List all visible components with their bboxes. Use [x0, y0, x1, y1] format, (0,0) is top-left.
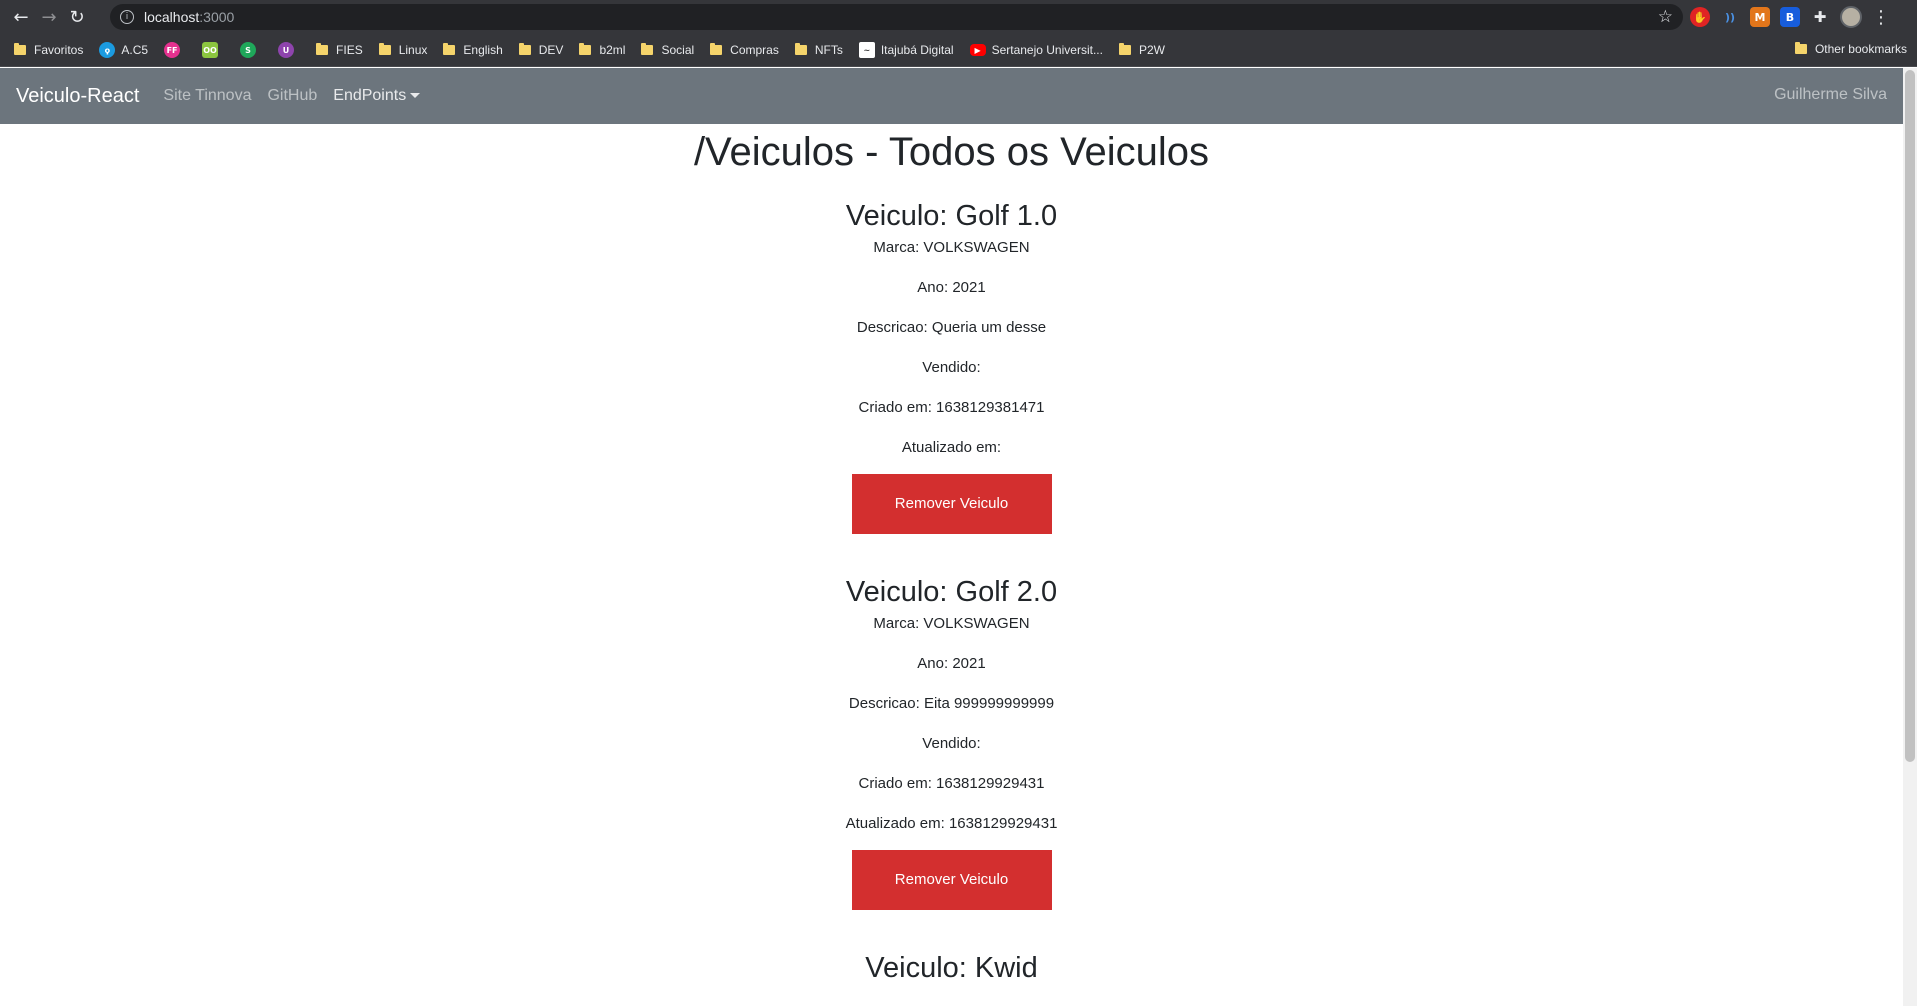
bookmark-itajuba-digital[interactable]: ~ Itajubá Digital — [858, 42, 954, 58]
bookmark-sertanejo[interactable]: ▶ Sertanejo Universit... — [969, 43, 1103, 57]
app-navbar: Veiculo-React Site Tinnova GitHub EndPoi… — [0, 68, 1903, 124]
bookmark-b2ml[interactable]: b2ml — [579, 43, 625, 57]
other-bookmarks[interactable]: Other bookmarks — [1794, 42, 1907, 56]
wifi-extension-icon[interactable]: )) — [1720, 7, 1740, 27]
bookmark-favoritos[interactable]: Favoritos — [14, 43, 83, 57]
folder-icon — [1794, 42, 1807, 54]
metamask-extension-icon[interactable]: M — [1750, 7, 1770, 27]
bookmark-fies[interactable]: FIES — [316, 43, 363, 57]
url-text[interactable]: localhost:3000 — [144, 9, 234, 25]
bookmark-ac5[interactable]: ϙ A.C5 — [99, 42, 148, 58]
forward-arrow-icon[interactable]: → — [36, 4, 62, 30]
bookmark-social[interactable]: Social — [641, 43, 694, 57]
vehicle-criado: Criado em: 1638129929431 — [858, 775, 1045, 792]
vehicle-atualizado: Atualizado em: — [901, 439, 1002, 456]
scrollbar-thumb[interactable] — [1905, 70, 1915, 762]
vehicle-atualizado: Atualizado em: 1638129929431 — [845, 815, 1058, 832]
caret-down-icon — [410, 93, 421, 99]
vehicle-marca: Marca: VOLKSWAGEN — [873, 615, 1030, 632]
extensions-area: ✋ )) M B ✚ ⋮ — [1690, 5, 1890, 29]
page-title: /Veiculos - Todos os Veiculos — [693, 130, 1210, 174]
folder-icon — [443, 43, 456, 55]
vehicle-criado: Criado em: 1638129381471 — [858, 399, 1045, 416]
vehicle-ano: Ano: 2021 — [917, 655, 986, 672]
vehicle-card: Veiculo: Golf 2.0 Marca: VOLKSWAGEN Ano:… — [0, 574, 1903, 910]
remove-vehicle-button[interactable]: Remover Veiculo — [851, 850, 1052, 910]
itajuba-icon: ~ — [858, 42, 875, 58]
address-bar[interactable]: i localhost:3000 ☆ — [110, 4, 1683, 30]
main-content: /Veiculos - Todos os Veiculos Veiculo: G… — [0, 124, 1903, 1006]
page-scrollbar[interactable] — [1903, 68, 1917, 1006]
purple-icon: U — [278, 42, 295, 58]
bookmark-ff[interactable]: FF — [164, 42, 186, 58]
bookmark-nfts[interactable]: NFTs — [794, 43, 843, 57]
remove-vehicle-button[interactable]: Remover Veiculo — [851, 474, 1052, 534]
folder-icon — [794, 43, 807, 55]
nav-link-github[interactable]: GitHub — [267, 87, 317, 105]
folder-icon — [1118, 43, 1131, 55]
back-arrow-icon[interactable]: ← — [8, 4, 34, 30]
nav-link-site-tinnova[interactable]: Site Tinnova — [163, 87, 251, 105]
vehicle-descricao: Descricao: Eita 999999999999 — [848, 695, 1055, 712]
navbar-brand[interactable]: Veiculo-React — [16, 85, 139, 108]
bookmark-english[interactable]: English — [443, 43, 503, 57]
folder-icon — [378, 43, 391, 55]
bookmark-linux[interactable]: Linux — [378, 43, 427, 57]
bookmark-oo[interactable]: OO — [202, 42, 224, 58]
swirl-icon: S — [240, 42, 257, 58]
bookmark-purple[interactable]: U — [278, 42, 300, 58]
bookmark-dev[interactable]: DEV — [518, 43, 563, 57]
vehicle-marca: Marca: VOLKSWAGEN — [873, 239, 1030, 256]
folder-icon — [518, 43, 531, 55]
vehicle-name: Veiculo: Golf 1.0 — [845, 200, 1058, 232]
nav-dropdown-endpoints[interactable]: EndPoints — [333, 87, 421, 105]
bookmark-p2w[interactable]: P2W — [1118, 43, 1165, 57]
puzzle-extensions-icon[interactable]: ✚ — [1810, 7, 1830, 27]
ff-icon: FF — [164, 42, 181, 58]
adblock-extension-icon[interactable]: ✋ — [1690, 7, 1710, 27]
vehicle-name: Veiculo: Kwid — [865, 952, 1038, 984]
vehicle-card: Veiculo: Kwid — [0, 950, 1903, 986]
bookmark-swirl[interactable]: S — [240, 42, 262, 58]
bitwarden-extension-icon[interactable]: B — [1780, 7, 1800, 27]
browser-toolbar: ← → ↻ i localhost:3000 ☆ ✋ )) M B ✚ ⋮ — [0, 0, 1917, 34]
vehicle-vendido: Vendido: — [922, 735, 981, 752]
vehicle-vendido: Vendido: — [922, 359, 981, 376]
folder-icon — [710, 43, 723, 55]
bookmark-star-icon[interactable]: ☆ — [1658, 7, 1673, 27]
vehicle-name: Veiculo: Golf 2.0 — [845, 576, 1058, 608]
vehicle-ano: Ano: 2021 — [917, 279, 986, 296]
nav-user-name[interactable]: Guilherme Silva — [1774, 86, 1887, 104]
folder-icon — [316, 43, 329, 55]
site-info-icon[interactable]: i — [120, 10, 134, 24]
reload-icon[interactable]: ↻ — [64, 4, 90, 30]
ac5-icon: ϙ — [99, 42, 116, 58]
vehicle-card: Veiculo: Golf 1.0 Marca: VOLKSWAGEN Ano:… — [0, 198, 1903, 534]
folder-icon — [14, 43, 26, 55]
menu-kebab-icon[interactable]: ⋮ — [1872, 7, 1890, 28]
bookmark-compras[interactable]: Compras — [710, 43, 779, 57]
bookmarks-bar: Favoritos ϙ A.C5 FF OO S U FIES Linux Eng… — [0, 34, 1917, 67]
folder-icon — [579, 43, 592, 55]
vehicle-descricao: Descricao: Queria um desse — [856, 319, 1047, 336]
folder-icon — [641, 43, 654, 55]
oo-icon: OO — [202, 42, 219, 58]
profile-avatar[interactable] — [1840, 6, 1862, 28]
youtube-icon: ▶ — [969, 44, 986, 56]
